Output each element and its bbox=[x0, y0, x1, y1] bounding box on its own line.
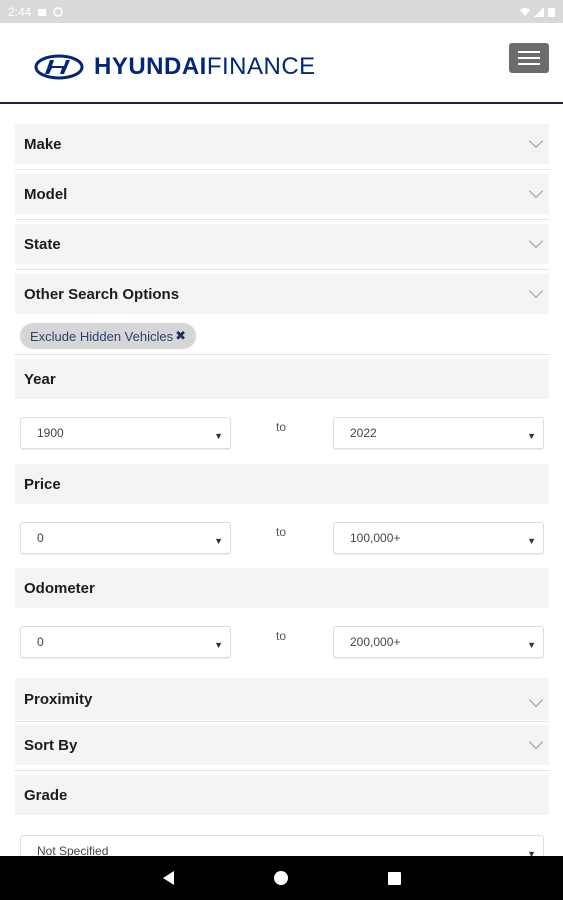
grade-label: Grade bbox=[15, 775, 549, 815]
battery-icon bbox=[548, 7, 555, 17]
dropdown-arrow-icon: ▼ bbox=[214, 536, 223, 546]
hyundai-logo-icon bbox=[34, 54, 84, 80]
status-bar: 2:44 bbox=[0, 0, 563, 23]
dropdown-arrow-icon: ▼ bbox=[214, 431, 223, 441]
make-dropdown[interactable]: Make bbox=[15, 124, 549, 164]
to-label: to bbox=[276, 420, 287, 434]
wifi-icon bbox=[520, 7, 530, 16]
dropdown-arrow-icon: ▼ bbox=[214, 640, 223, 650]
remove-chip-icon[interactable]: ✖ bbox=[175, 328, 186, 344]
divider bbox=[15, 770, 549, 771]
exclude-hidden-vehicles-chip[interactable]: Exclude Hidden Vehicles ✖ bbox=[20, 323, 196, 349]
chevron-down-icon bbox=[528, 183, 544, 199]
price-from-select[interactable]: 0 ▼ bbox=[20, 522, 231, 554]
chevron-down-icon bbox=[528, 283, 544, 299]
search-filters: Make Model State Other Search Options Ex… bbox=[0, 104, 563, 856]
recent-apps-icon[interactable] bbox=[387, 871, 401, 885]
chevron-down-icon bbox=[528, 133, 544, 149]
app-header: HYUNDAIFINANCE bbox=[0, 23, 563, 104]
odometer-from-select[interactable]: 0 ▼ bbox=[20, 626, 231, 658]
to-label: to bbox=[276, 525, 287, 539]
grade-select[interactable]: Not Specified ▼ bbox=[20, 835, 544, 856]
notification-icon bbox=[38, 8, 47, 16]
signal-icon bbox=[534, 6, 544, 17]
android-nav-bar bbox=[0, 856, 563, 900]
price-label: Price bbox=[15, 464, 549, 504]
other-search-options-dropdown[interactable]: Other Search Options bbox=[15, 274, 549, 314]
divider bbox=[15, 219, 549, 220]
chevron-down-icon bbox=[528, 233, 544, 249]
hamburger-icon bbox=[518, 51, 540, 53]
dropdown-arrow-icon: ▼ bbox=[527, 849, 536, 856]
odometer-to-select[interactable]: 200,000+ ▼ bbox=[333, 626, 544, 658]
sync-icon bbox=[53, 6, 64, 17]
divider bbox=[15, 169, 549, 170]
odometer-label: Odometer bbox=[15, 568, 549, 608]
year-label: Year bbox=[15, 359, 549, 399]
menu-button[interactable] bbox=[509, 43, 549, 73]
back-icon[interactable] bbox=[162, 871, 174, 885]
status-time: 2:44 bbox=[8, 4, 32, 19]
year-to-select[interactable]: 2022 ▼ bbox=[333, 417, 544, 449]
divider bbox=[15, 269, 549, 270]
chevron-down-icon bbox=[528, 692, 544, 708]
dropdown-arrow-icon: ▼ bbox=[527, 536, 536, 546]
sort-by-dropdown[interactable]: Sort By bbox=[15, 725, 549, 765]
dropdown-arrow-icon: ▼ bbox=[527, 640, 536, 650]
brand-name: HYUNDAIFINANCE bbox=[94, 53, 316, 80]
home-icon[interactable] bbox=[273, 871, 288, 885]
price-to-select[interactable]: 100,000+ ▼ bbox=[333, 522, 544, 554]
divider bbox=[15, 354, 549, 355]
state-dropdown[interactable]: State bbox=[15, 224, 549, 264]
dropdown-arrow-icon: ▼ bbox=[527, 431, 536, 441]
to-label: to bbox=[276, 629, 287, 643]
model-dropdown[interactable]: Model bbox=[15, 174, 549, 214]
hyundai-finance-logo[interactable]: HYUNDAIFINANCE bbox=[34, 53, 316, 81]
chevron-down-icon bbox=[528, 734, 544, 750]
proximity-dropdown[interactable]: Proximity bbox=[15, 678, 549, 720]
divider bbox=[15, 721, 549, 722]
year-from-select[interactable]: 1900 ▼ bbox=[20, 417, 231, 449]
